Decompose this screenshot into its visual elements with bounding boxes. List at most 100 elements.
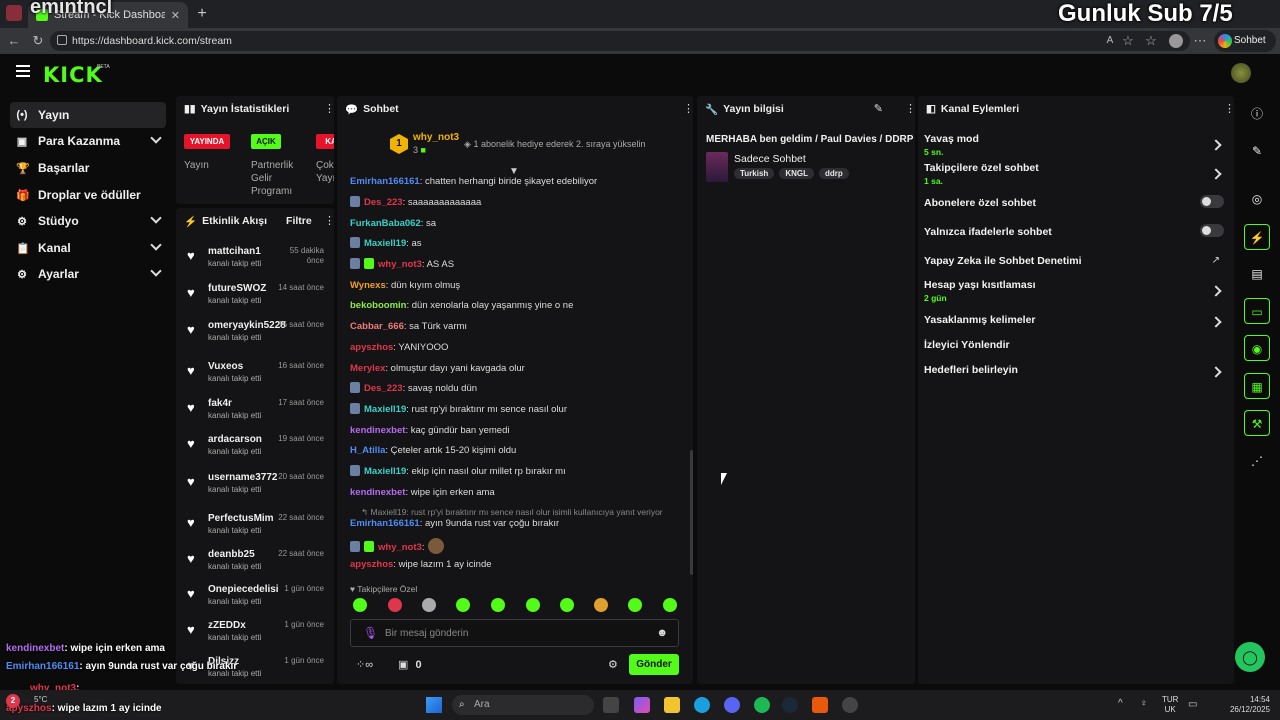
chat-username[interactable]: H_Atilla <box>350 445 385 456</box>
activity-item[interactable]: ♥ futureSWOZ kanalı takip etti 14 saat önce <box>182 281 328 317</box>
send-button[interactable]: Gönder <box>629 654 679 675</box>
chat-username[interactable]: Cabbar_666 <box>350 321 404 332</box>
activity-item[interactable]: ♥ Vuxeos kanalı takip etti 16 saat önce <box>182 359 328 395</box>
lightning-icon[interactable]: ⚡ <box>1244 224 1270 250</box>
emote-button[interactable] <box>353 598 367 612</box>
info-icon[interactable]: ⓘ <box>1244 101 1270 127</box>
document-icon[interactable]: ▤ <box>1244 261 1270 287</box>
wrench-icon[interactable]: ⚒ <box>1244 410 1270 436</box>
task-view-icon[interactable] <box>603 697 619 713</box>
channel-action[interactable]: Hesap yaşı kısıtlaması 2 gün <box>924 279 1224 303</box>
share-icon[interactable]: ⋰ <box>1244 448 1270 474</box>
chat-username[interactable]: bekoboomin <box>350 300 406 311</box>
collections-icon[interactable]: ☆ <box>1143 33 1159 49</box>
close-tab-icon[interactable]: ✕ <box>171 9 180 22</box>
chat-username[interactable]: Merylex <box>350 363 385 374</box>
emote-button[interactable] <box>491 598 505 612</box>
channel-action[interactable]: Yapay Zeka ile Sohbet Denetimi ↗ <box>924 255 1224 267</box>
nav-item-para-kazanma[interactable]: ▣ Para Kazanma <box>10 128 166 154</box>
edit-pencil-icon[interactable]: ✎ <box>874 102 883 115</box>
chat-input[interactable]: 🎙 Bir mesaj gönderin ☻ <box>350 619 679 647</box>
channel-action[interactable]: Yasaklanmış kelimeler <box>924 314 1224 328</box>
chat-username[interactable]: Emirhan166161 <box>350 518 420 529</box>
activity-kebab-icon[interactable]: ⋮ <box>324 214 334 228</box>
toggle-switch[interactable] <box>1200 224 1224 237</box>
browser-profile-icon[interactable] <box>6 5 22 21</box>
emote-button[interactable] <box>594 598 608 612</box>
nav-item-kanal[interactable]: 📋 Kanal <box>10 235 166 261</box>
activity-item[interactable]: ♥ username3772 kanalı takip etti 20 saat ön… <box>182 470 328 506</box>
camera-icon[interactable]: ◎ <box>1244 186 1270 212</box>
chat-bubble-icon[interactable]: ▭ <box>1244 298 1270 324</box>
copilot-app-icon[interactable] <box>634 697 650 713</box>
steam-icon[interactable] <box>782 697 798 713</box>
chat-username[interactable]: Maxiell19 <box>364 466 406 477</box>
activity-user[interactable]: PerfectusMim <box>208 513 274 524</box>
activity-user[interactable]: fak4r <box>208 398 232 409</box>
tag-chip[interactable]: ddrp <box>818 168 849 179</box>
menu-icon[interactable] <box>16 65 30 77</box>
chat-username[interactable]: apyszhos <box>350 559 393 570</box>
channel-action[interactable]: Yalnızca ifadelerle sohbet <box>924 224 1224 238</box>
broadcast-icon[interactable]: ◉ <box>1244 335 1270 361</box>
activity-user[interactable]: username3772 <box>208 472 278 483</box>
chat-username[interactable]: kendinexbet <box>350 487 405 498</box>
reload-icon[interactable]: ↻ <box>30 33 46 49</box>
activity-user[interactable]: futureSWOZ <box>208 283 266 294</box>
chat-username[interactable]: Des_223 <box>364 197 403 208</box>
tag-chip[interactable]: Turkish <box>734 168 775 179</box>
actions-kebab-icon[interactable]: ⋮ <box>1224 102 1235 116</box>
chat-username[interactable]: Wynexs <box>350 280 386 291</box>
emoji-icon[interactable]: ☻ <box>656 627 668 639</box>
chat-username[interactable]: Maxiell19 <box>364 238 406 249</box>
channel-action[interactable]: Hedefleri belirleyin <box>924 364 1224 378</box>
activity-item[interactable]: ♥ ardacarson kanalı takip etti 19 saat önce <box>182 432 328 468</box>
activity-user[interactable]: deanbb25 <box>208 549 255 560</box>
emote-button[interactable] <box>422 598 436 612</box>
back-icon[interactable]: ← <box>6 33 22 49</box>
nav-item-yayin[interactable]: (•) Yayın <box>10 102 166 128</box>
activity-user[interactable]: Vuxeos <box>208 361 243 372</box>
activity-item[interactable]: ♥ mattcihan1 kanalı takip etti 55 dakika ön… <box>182 244 328 280</box>
activity-item[interactable]: ♥ fak4r kanalı takip etti 17 saat önce <box>182 396 328 432</box>
chat-username[interactable]: apyszhos <box>350 342 393 353</box>
tray-chevron-icon[interactable]: ^ <box>1118 698 1123 709</box>
emote-button[interactable] <box>526 598 540 612</box>
spotify-icon[interactable] <box>754 697 770 713</box>
copilot-chat-button[interactable]: Sohbet et <box>1214 30 1276 68</box>
activity-user[interactable]: ardacarson <box>208 434 262 445</box>
emote-button[interactable] <box>456 598 470 612</box>
profile-icon[interactable] <box>1169 34 1183 48</box>
emote-button[interactable] <box>560 598 574 612</box>
activity-item[interactable]: ♥ deanbb25 kanalı takip etti 22 saat önce <box>182 547 328 583</box>
favorite-star-icon[interactable]: ☆ <box>1120 33 1136 49</box>
windows-start-icon[interactable] <box>426 697 442 713</box>
chat-username[interactable]: why_not3 <box>378 542 422 553</box>
new-tab-button[interactable]: + <box>193 5 211 23</box>
chat-username[interactable]: Emirhan166161 <box>350 176 420 187</box>
taskbar-search[interactable]: ⌕ Ara <box>452 695 594 715</box>
edge-browser-icon[interactable] <box>694 697 710 713</box>
activity-item[interactable]: ♥ PerfectusMim kanalı takip etti 22 saat ön… <box>182 511 328 547</box>
activity-item[interactable]: ♥ Dilsizz kanalı takip etti 1 gün önce <box>182 654 328 690</box>
chat-username[interactable]: Des_223 <box>364 383 403 394</box>
chat-username[interactable]: kendinexbet <box>350 425 405 436</box>
activity-user[interactable]: zZEDDx <box>208 620 246 631</box>
activity-item[interactable]: ♥ Onepiecedelisi kanalı takip etti 1 gün ön… <box>182 582 328 618</box>
emote-button[interactable] <box>628 598 642 612</box>
activity-filter-button[interactable]: Filtre <box>286 215 312 227</box>
activity-user[interactable]: mattcihan1 <box>208 246 261 257</box>
clock[interactable]: 14:54 26/12/2025 <box>1226 695 1270 715</box>
file-explorer-icon[interactable] <box>664 697 680 713</box>
toggle-switch[interactable] <box>1200 195 1224 208</box>
tag-chip[interactable]: KNGL <box>779 168 814 179</box>
chat-username[interactable]: why_not3 <box>378 259 422 270</box>
microphone-icon[interactable]: 🎙 <box>363 626 378 640</box>
chat-settings-icon[interactable]: ⚙ <box>608 658 618 671</box>
pencil-icon[interactable]: ✎ <box>1244 138 1270 164</box>
chat-scrollbar[interactable] <box>690 450 693 575</box>
microphone-tray-icon[interactable]: ♀ <box>1140 698 1148 709</box>
url-field[interactable]: https://dashboard.kick.com/stream <box>50 31 1190 51</box>
info-kebab-icon[interactable]: ⋮ <box>905 102 916 116</box>
chat-kebab-icon[interactable]: ⋮ <box>683 102 694 116</box>
